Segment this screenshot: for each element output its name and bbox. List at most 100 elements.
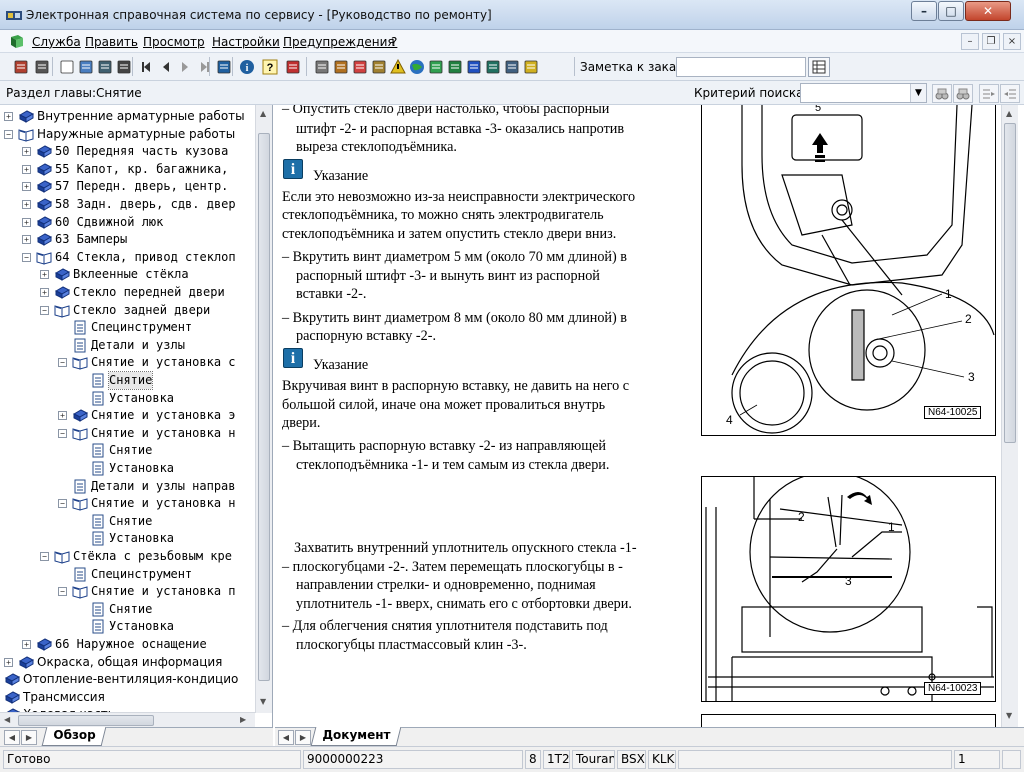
page-icon [92, 373, 104, 388]
expand-icon[interactable]: + [4, 657, 13, 667]
step-text: распорный штифт -3- и вынуть винт из рас… [296, 268, 600, 284]
scroll-left-icon[interactable]: ◀ [4, 715, 10, 724]
navigation-tree[interactable]: + Внутренние арматурные работы − Наружные а… [0, 105, 273, 727]
search-back-button[interactable] [953, 84, 973, 103]
collapse-icon[interactable]: − [58, 587, 67, 597]
tab-prev-icon[interactable]: ◀ [4, 730, 20, 745]
tab-next-icon[interactable]: ▶ [21, 730, 37, 745]
paint-button[interactable] [425, 56, 445, 76]
menu-service[interactable]: Служба [32, 35, 81, 49]
search-criteria-select[interactable]: ▼ [800, 83, 927, 103]
tag-button[interactable] [213, 56, 233, 76]
first-page-button[interactable] [136, 56, 156, 76]
previous-page-button[interactable] [155, 56, 175, 76]
print-setup-button[interactable] [10, 56, 30, 76]
menu-help[interactable]: ? [391, 35, 397, 49]
car-button[interactable] [113, 56, 133, 76]
expand-icon[interactable]: + [22, 217, 31, 227]
expand-icon[interactable]: + [4, 112, 13, 121]
book-icon [36, 638, 52, 651]
tab-document[interactable]: Документ [310, 727, 402, 746]
expand-icon[interactable]: + [22, 235, 31, 245]
scroll-thumb[interactable] [18, 715, 154, 726]
tree-item-label: Специнструмент [91, 320, 193, 335]
scroll-down-icon[interactable]: ▼ [260, 697, 266, 706]
list-next-button[interactable] [979, 84, 999, 103]
tree-item-label: Установка [109, 390, 175, 405]
search-forward-button[interactable] [932, 84, 952, 103]
wrench-button[interactable] [482, 56, 502, 76]
tree-item-label: 60 Сдвижной люк [55, 214, 164, 229]
collapse-icon[interactable]: − [58, 428, 67, 438]
scroll-right-icon[interactable]: ▶ [240, 715, 246, 724]
document-vertical-scrollbar[interactable]: ▲ ▼ [1001, 105, 1018, 727]
ticket-button[interactable] [349, 56, 369, 76]
open-book-icon [54, 551, 70, 564]
grid-button[interactable] [330, 56, 350, 76]
new-document-button[interactable] [56, 56, 76, 76]
tree-item-label: 63 Бамперы [55, 232, 128, 247]
help-button[interactable]: ? [259, 56, 279, 76]
doc-tab-prev-icon[interactable]: ◀ [278, 730, 294, 745]
mdi-close-button[interactable]: × [1003, 33, 1021, 50]
chevron-down-icon[interactable]: ▼ [910, 84, 926, 102]
order-note-input[interactable] [676, 57, 806, 77]
doc-tab-next-icon[interactable]: ▶ [295, 730, 311, 745]
menu-warnings[interactable]: Предупреждения [283, 35, 395, 49]
close-button[interactable]: ✕ [965, 1, 1011, 21]
expand-icon[interactable]: + [40, 270, 49, 280]
figure-callout: 5 [815, 105, 821, 114]
collapse-icon[interactable]: − [58, 358, 67, 368]
figure-drawing: 5 1 2 3 4 [726, 105, 995, 434]
menu-view[interactable]: Просмотр [143, 35, 205, 49]
next-page-button[interactable] [174, 56, 194, 76]
document-pencil-button[interactable] [501, 56, 521, 76]
bookmark-button[interactable] [444, 56, 464, 76]
collapse-icon[interactable]: − [22, 252, 31, 262]
tab-overview[interactable]: Обзор [41, 727, 107, 746]
question-book-button[interactable] [520, 56, 540, 76]
scroll-thumb[interactable] [1004, 123, 1016, 443]
list-prev-button[interactable] [1000, 84, 1020, 103]
scroll-thumb[interactable] [258, 133, 270, 681]
book-icon [36, 198, 52, 211]
scroll-up-icon[interactable]: ▲ [260, 109, 266, 118]
last-page-button[interactable] [193, 56, 213, 76]
edit-document-button[interactable] [75, 56, 95, 76]
scroll-up-icon[interactable]: ▲ [1006, 109, 1012, 118]
menu-settings[interactable]: Настройки [212, 35, 280, 49]
globe-button[interactable] [406, 56, 426, 76]
expand-icon[interactable]: + [22, 640, 31, 649]
calculator-button[interactable] [311, 56, 331, 76]
menu-edit[interactable]: Править [85, 35, 138, 49]
print-button[interactable] [31, 56, 51, 76]
expand-icon[interactable]: + [40, 288, 49, 297]
collapse-icon[interactable]: − [40, 305, 49, 315]
refresh-button[interactable] [282, 56, 302, 76]
notes-button[interactable] [368, 56, 388, 76]
tree-item-label: 50 Передняя часть кузова [55, 144, 229, 159]
info-icon: i [240, 60, 254, 74]
expand-icon[interactable]: + [22, 182, 31, 192]
open-book-button[interactable] [94, 56, 114, 76]
mdi-restore-button[interactable]: ❐ [982, 33, 1000, 50]
order-note-button[interactable] [808, 57, 830, 77]
collapse-icon[interactable]: − [4, 129, 13, 139]
tree-horizontal-scrollbar[interactable]: ◀ ▶ [0, 712, 255, 727]
expand-icon[interactable]: + [58, 411, 67, 421]
maximize-button[interactable]: □ [938, 1, 964, 21]
scroll-down-icon[interactable]: ▼ [1006, 711, 1012, 720]
warning-button[interactable] [387, 56, 407, 76]
expand-icon[interactable]: + [22, 200, 31, 209]
collapse-icon[interactable]: − [40, 552, 49, 561]
expand-icon[interactable]: + [22, 164, 31, 174]
mdi-minimize-button[interactable]: – [961, 33, 979, 50]
info-button[interactable]: i [236, 56, 256, 76]
edit-document-icon [79, 60, 93, 74]
tree-vertical-scrollbar[interactable]: ▲ ▼ [255, 105, 272, 713]
collapse-icon[interactable]: − [58, 499, 67, 509]
expand-icon[interactable]: + [22, 147, 31, 157]
car-arrow-button[interactable] [463, 56, 483, 76]
document-menu-icon[interactable] [9, 34, 25, 49]
minimize-button[interactable]: – [911, 1, 937, 21]
